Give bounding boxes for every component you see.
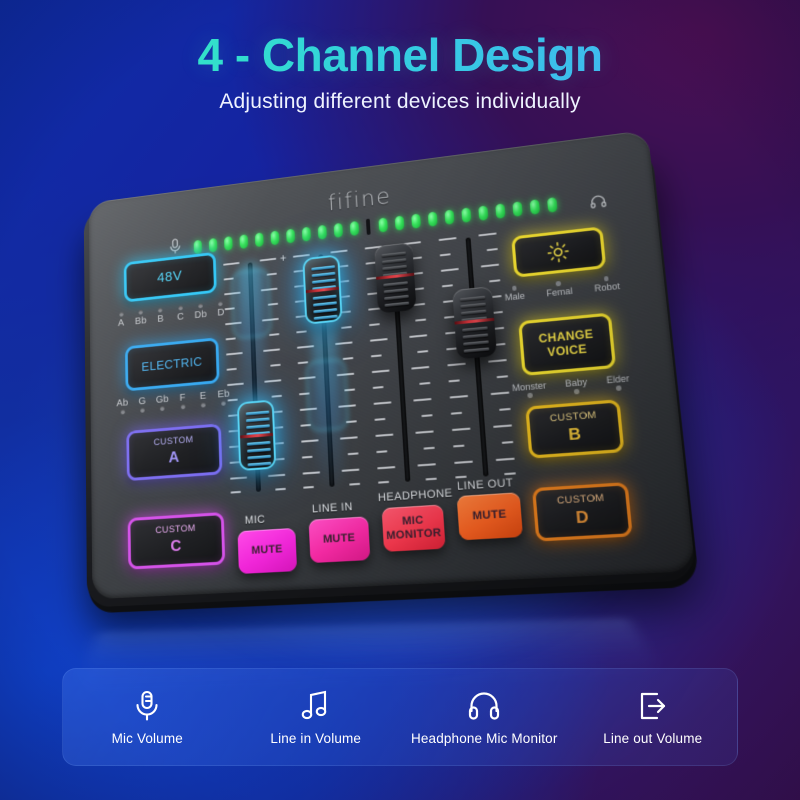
change-voice-line1: CHANGE: [538, 327, 594, 347]
voice-preset: Femal: [545, 280, 573, 298]
headphone-icon: [467, 689, 501, 723]
led: [546, 196, 558, 213]
voice-label: Robot: [594, 280, 621, 293]
device-stage: fifine: [0, 129, 800, 698]
device-front-panel: fifine: [88, 129, 696, 600]
panel-sheen: [88, 129, 696, 600]
feature-label: Line in Volume: [270, 730, 362, 746]
voice-label: Elder: [606, 373, 630, 385]
headphone-icon: [590, 194, 607, 209]
fader-cap-line-out[interactable]: [452, 286, 498, 360]
header: 4 - Channel Design Adjusting different d…: [0, 30, 800, 114]
voice-presets-bottom: Monster Baby Elder: [512, 373, 631, 399]
voice-preset: Monster: [512, 380, 547, 399]
voice-label: Femal: [546, 285, 573, 298]
feature-headphone-mic-monitor: Headphone Mic Monitor: [400, 689, 569, 746]
feature-label: Line out Volume: [603, 730, 703, 746]
line-out-mute-button[interactable]: MUTE: [456, 492, 524, 541]
feature-label: Mic Volume: [111, 730, 183, 746]
voice-label: Monster: [512, 380, 547, 393]
exit-arrow-icon: [636, 689, 670, 723]
audio-mixer-device: fifine: [83, 129, 700, 614]
voice-preset: Elder: [606, 373, 630, 391]
voice-preset: Male: [504, 285, 525, 302]
headphone-monitor-button[interactable]: MIC MONITOR: [381, 504, 446, 552]
music-note-icon: [299, 689, 333, 723]
mic-mute-button[interactable]: MUTE: [237, 527, 298, 574]
sun-icon: [546, 240, 571, 264]
feature-bar: Mic Volume Line in Volume Headphone Mic …: [62, 668, 738, 766]
voice-led: [574, 388, 580, 394]
feature-line-out-volume: Line out Volume: [569, 689, 738, 746]
line-in-mute-button[interactable]: MUTE: [308, 516, 371, 564]
feature-mic-volume: Mic Volume: [63, 689, 232, 746]
headphone-monitor-label: MIC MONITOR: [385, 513, 442, 544]
voice-label: Baby: [565, 377, 588, 389]
page-title: 4 - Channel Design: [0, 30, 800, 81]
mic-mute-label: MUTE: [251, 543, 283, 558]
line-out-mute-label: MUTE: [472, 508, 507, 524]
channel-label-line-out: LINE OUT: [457, 477, 514, 493]
custom-d-label: D: [575, 509, 589, 530]
fader-indicator-line: [454, 317, 495, 325]
voice-led: [603, 275, 609, 281]
voice-led: [615, 385, 622, 391]
voice-led: [511, 285, 517, 291]
fader-lane-line-out[interactable]: [436, 228, 518, 487]
microphone-icon: [130, 689, 164, 723]
channel-label-line-in: LINE IN: [312, 501, 353, 516]
custom-b-label: B: [568, 426, 582, 446]
voice-preset: Baby: [565, 377, 588, 395]
feature-label: Headphone Mic Monitor: [411, 730, 558, 746]
feature-line-in-volume: Line in Volume: [232, 689, 401, 746]
page-subtitle: Adjusting different devices individually: [219, 89, 581, 113]
voice-label: Male: [504, 290, 525, 302]
fader-slot: [465, 237, 489, 477]
fader-ticks: [437, 232, 519, 483]
fader-grip: [462, 326, 490, 356]
voice-led: [527, 392, 533, 398]
change-voice-button[interactable]: CHANGE VOICE: [518, 312, 617, 376]
change-voice-line2: VOICE: [547, 343, 588, 361]
fader-grip: [459, 295, 487, 326]
custom-d-button[interactable]: CUSTOM D: [531, 482, 633, 542]
channel-label-headphone: HEADPHONE: [378, 487, 453, 504]
